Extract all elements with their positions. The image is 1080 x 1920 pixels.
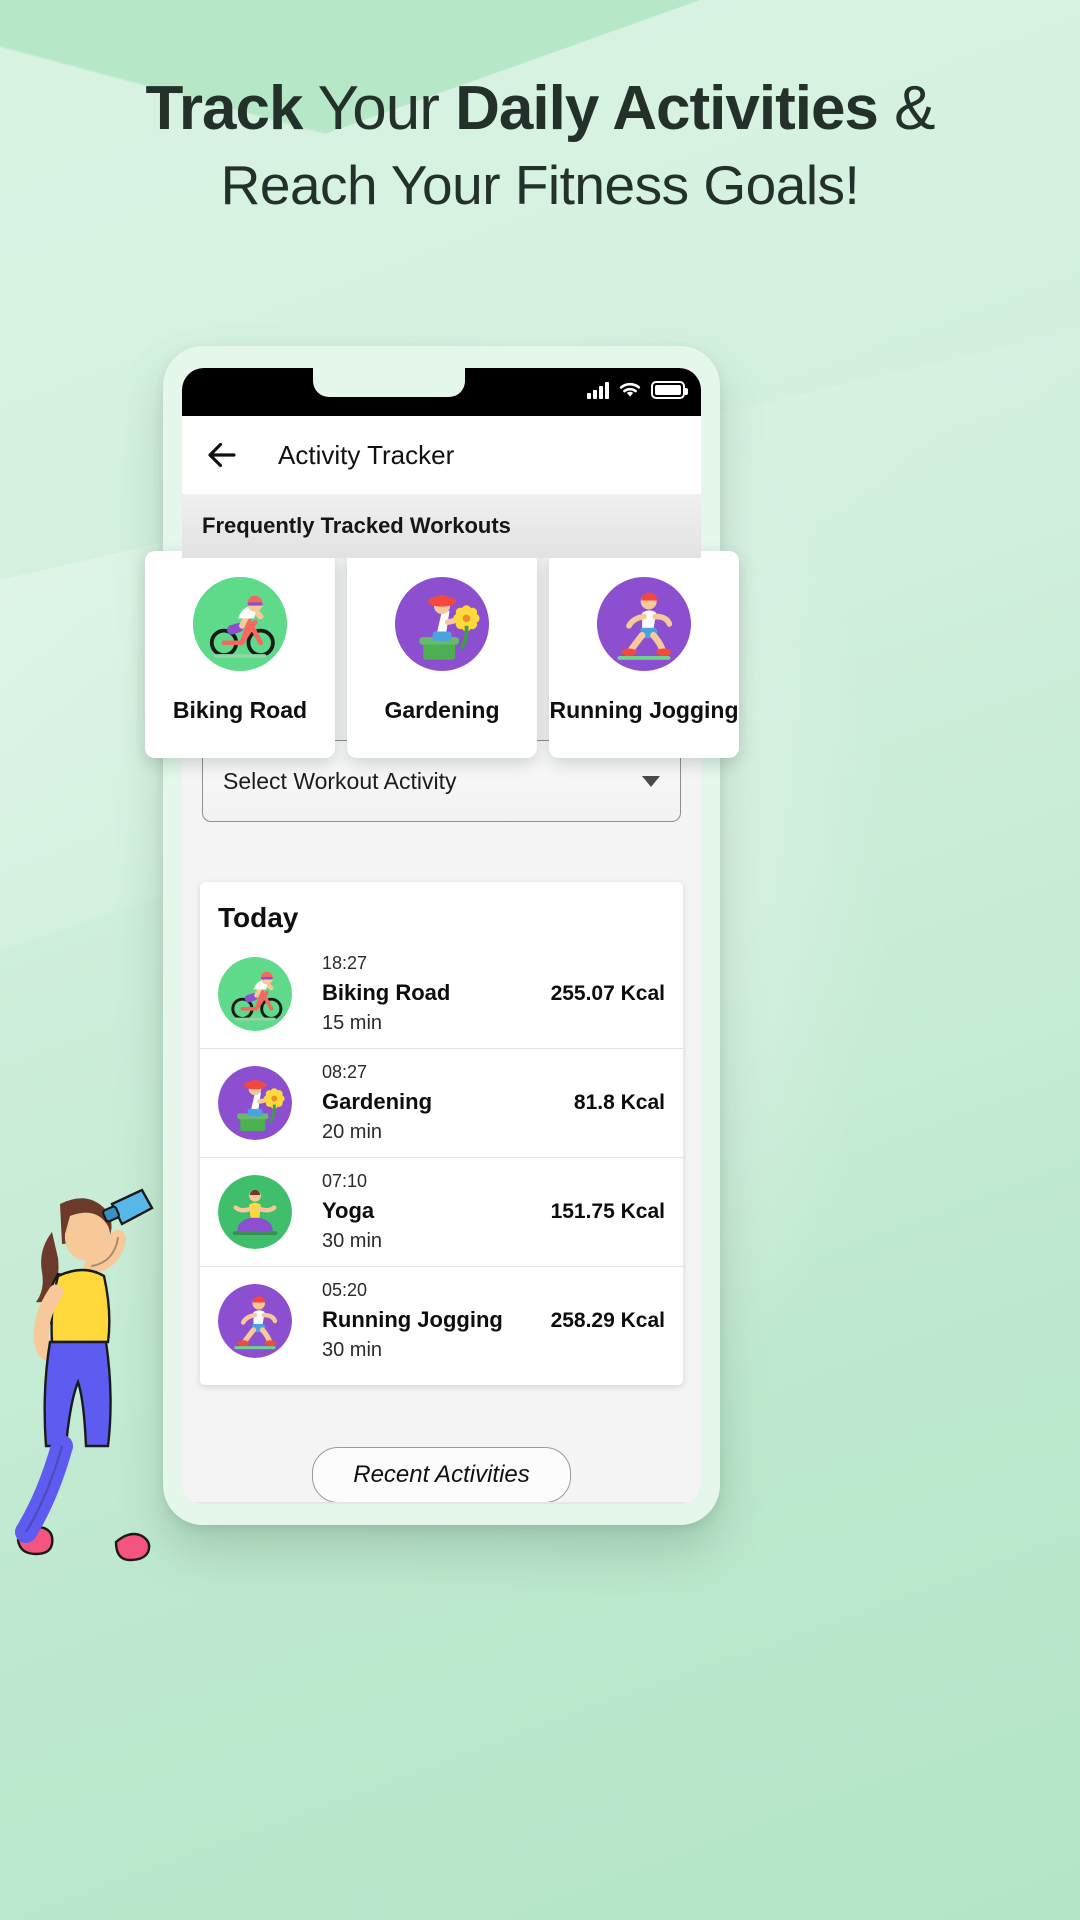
activity-row[interactable]: 07:10 Yoga 30 min 151.75 Kcal bbox=[200, 1157, 683, 1266]
cyclist-icon bbox=[218, 957, 292, 1032]
activity-details: 08:27 Gardening 20 min bbox=[292, 1059, 574, 1147]
frequent-workout-card[interactable]: Biking Road bbox=[145, 551, 335, 758]
promo-headline: Track Your Daily Activities & Reach Your… bbox=[0, 72, 1080, 218]
android-nav-bar bbox=[182, 1502, 701, 1504]
today-activity-card: Today 18:27 Biking Road 15 min 255.07 Kc… bbox=[200, 882, 683, 1386]
woman-drinking-water-illustration bbox=[15, 1188, 154, 1562]
phone-notch bbox=[313, 368, 465, 397]
activity-name: Yoga bbox=[322, 1198, 375, 1224]
back-arrow-icon[interactable] bbox=[204, 437, 240, 473]
headline-word-your: Your bbox=[317, 74, 440, 143]
activity-name: Biking Road bbox=[322, 980, 451, 1006]
today-heading: Today bbox=[218, 902, 299, 933]
phone-screen: Activity Tracker Frequently Tracked Work… bbox=[182, 368, 701, 1504]
page-title: Activity Tracker bbox=[278, 439, 455, 470]
activity-time: 05:20 bbox=[322, 1280, 368, 1301]
frequent-workout-label: Biking Road bbox=[172, 697, 308, 723]
activity-duration: 15 min bbox=[322, 1012, 383, 1035]
activity-duration: 20 min bbox=[322, 1121, 383, 1144]
headline-line-1: Track Your Daily Activities & bbox=[0, 72, 1080, 145]
activity-calories: 258.29 Kcal bbox=[550, 1309, 665, 1333]
activity-name: Gardening bbox=[322, 1089, 433, 1115]
activity-duration: 30 min bbox=[322, 1339, 383, 1362]
activity-time: 07:10 bbox=[322, 1171, 368, 1192]
headline-word-ampersand: & bbox=[894, 74, 935, 143]
cyclist-icon bbox=[193, 577, 287, 671]
activity-row[interactable]: 08:27 Gardening 20 min 81.8 Kcal bbox=[200, 1048, 683, 1157]
status-bar bbox=[182, 368, 701, 416]
headline-line-2: Reach Your Fitness Goals! bbox=[220, 154, 860, 217]
recent-activities-button[interactable]: Recent Activities bbox=[312, 1447, 571, 1504]
activity-details: 05:20 Running Jogging 30 min bbox=[292, 1277, 551, 1365]
phone-mockup: Activity Tracker Frequently Tracked Work… bbox=[163, 346, 720, 1525]
gardening-icon bbox=[395, 577, 489, 671]
wifi-icon bbox=[619, 382, 641, 397]
workout-activity-select-label: Select Workout Activity bbox=[223, 767, 457, 794]
frequent-section-title: Frequently Tracked Workouts bbox=[182, 494, 701, 558]
frequent-workout-label: Running Jogging bbox=[549, 697, 739, 723]
runner-icon bbox=[597, 577, 691, 671]
recent-activities-area: Recent Activities bbox=[182, 1447, 701, 1504]
frequent-workout-card[interactable]: Running Jogging bbox=[549, 551, 739, 758]
activity-name: Running Jogging bbox=[322, 1307, 503, 1333]
runner-icon bbox=[218, 1284, 292, 1359]
activity-calories: 255.07 Kcal bbox=[550, 982, 665, 1006]
activity-details: 07:10 Yoga 30 min bbox=[292, 1168, 551, 1256]
gardening-icon bbox=[218, 1066, 292, 1141]
headline-word-daily-activities: Daily Activities bbox=[455, 74, 879, 143]
frequent-workout-card[interactable]: Gardening bbox=[347, 551, 537, 758]
today-activity-list: 18:27 Biking Road 15 min 255.07 Kcal 08:… bbox=[200, 940, 683, 1375]
app-bar: Activity Tracker bbox=[182, 416, 701, 494]
yoga-icon bbox=[218, 1175, 292, 1250]
headline-word-track: Track bbox=[145, 74, 303, 143]
activity-duration: 30 min bbox=[322, 1230, 383, 1253]
activity-time: 18:27 bbox=[322, 953, 368, 973]
frequent-workout-label: Gardening bbox=[384, 697, 500, 723]
activity-row[interactable]: 18:27 Biking Road 15 min 255.07 Kcal bbox=[200, 940, 683, 1048]
status-bar-icons bbox=[587, 381, 688, 399]
activity-calories: 81.8 Kcal bbox=[573, 1091, 665, 1115]
activity-row[interactable]: 05:20 Running Jogging 30 min 258.29 Kcal bbox=[200, 1266, 683, 1375]
signal-bars-icon bbox=[587, 381, 609, 399]
activity-details: 18:27 Biking Road 15 min bbox=[292, 950, 551, 1038]
activity-calories: 151.75 Kcal bbox=[550, 1200, 665, 1224]
battery-full-icon bbox=[651, 381, 688, 399]
chevron-down-icon bbox=[642, 775, 660, 787]
activity-time: 08:27 bbox=[322, 1062, 368, 1083]
